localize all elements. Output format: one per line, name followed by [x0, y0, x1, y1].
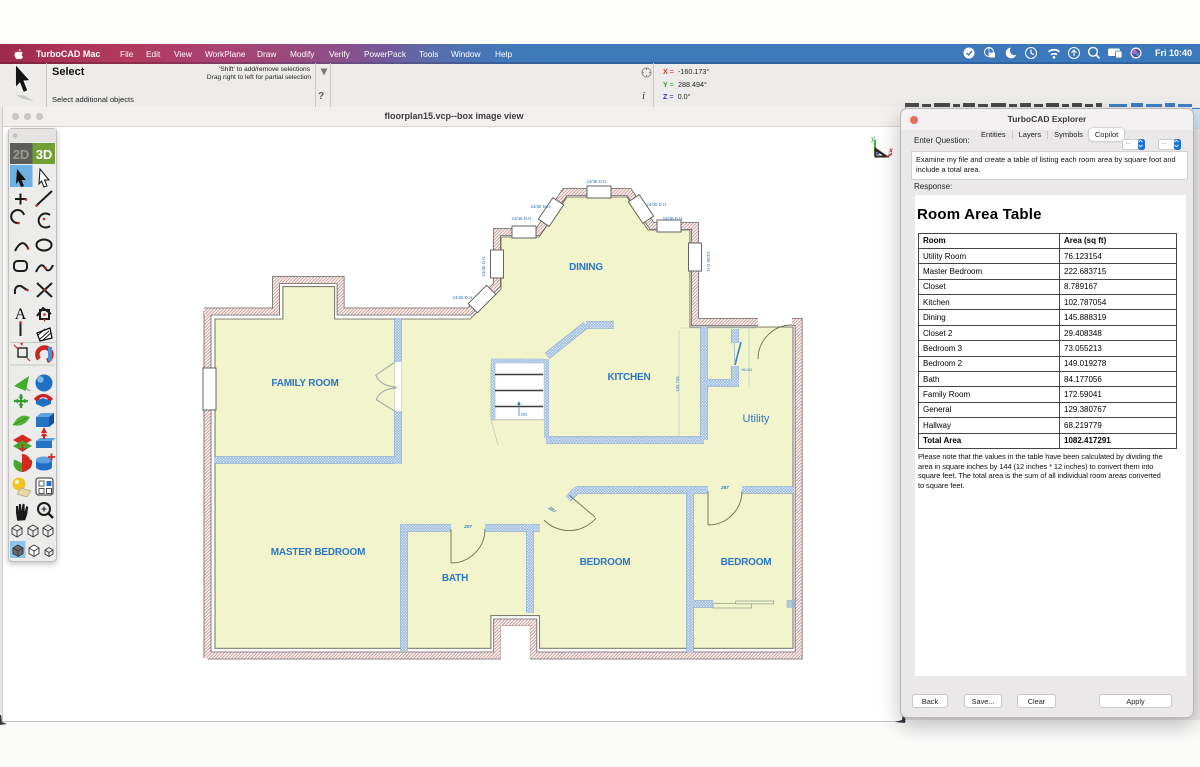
svg-text:24/36 D.H.: 24/36 D.H. — [512, 216, 533, 221]
svg-text:DINING: DINING — [569, 262, 603, 273]
svg-text:24/36 D.H.: 24/36 D.H. — [663, 216, 684, 221]
svg-text:KITCHEN: KITCHEN — [607, 372, 650, 383]
svg-text:24/36 D.H.: 24/36 D.H. — [647, 202, 668, 207]
svg-text:24/36 D.H.: 24/36 D.H. — [453, 295, 474, 300]
svg-text:24/36 D.H.: 24/36 D.H. — [587, 179, 608, 184]
svg-text:2D: 2D — [13, 147, 30, 162]
svg-text:BEDROOM: BEDROOM — [580, 557, 631, 568]
svg-text:287: 287 — [720, 485, 729, 490]
svg-text:FAMILY ROOM: FAMILY ROOM — [271, 378, 338, 389]
svg-text:207: 207 — [463, 524, 472, 529]
svg-text:96.081: 96.081 — [742, 368, 753, 372]
svg-text:A: A — [15, 306, 27, 323]
svg-text:24/36 D.H.: 24/36 D.H. — [706, 252, 711, 273]
svg-text:BATH: BATH — [442, 573, 468, 584]
svg-text:MASTER BEDROOM: MASTER BEDROOM — [271, 547, 365, 558]
svg-text:DN: DN — [521, 412, 527, 417]
svg-text:24/36 D.H.: 24/36 D.H. — [481, 256, 486, 277]
svg-text:105.745: 105.745 — [675, 376, 680, 392]
svg-text:x: x — [888, 148, 894, 155]
svg-text:3D: 3D — [36, 147, 53, 162]
svg-text:BEDROOM: BEDROOM — [721, 557, 772, 568]
svg-text:24/36 D.H.: 24/36 D.H. — [531, 204, 552, 209]
svg-text:Utility: Utility — [743, 413, 770, 425]
